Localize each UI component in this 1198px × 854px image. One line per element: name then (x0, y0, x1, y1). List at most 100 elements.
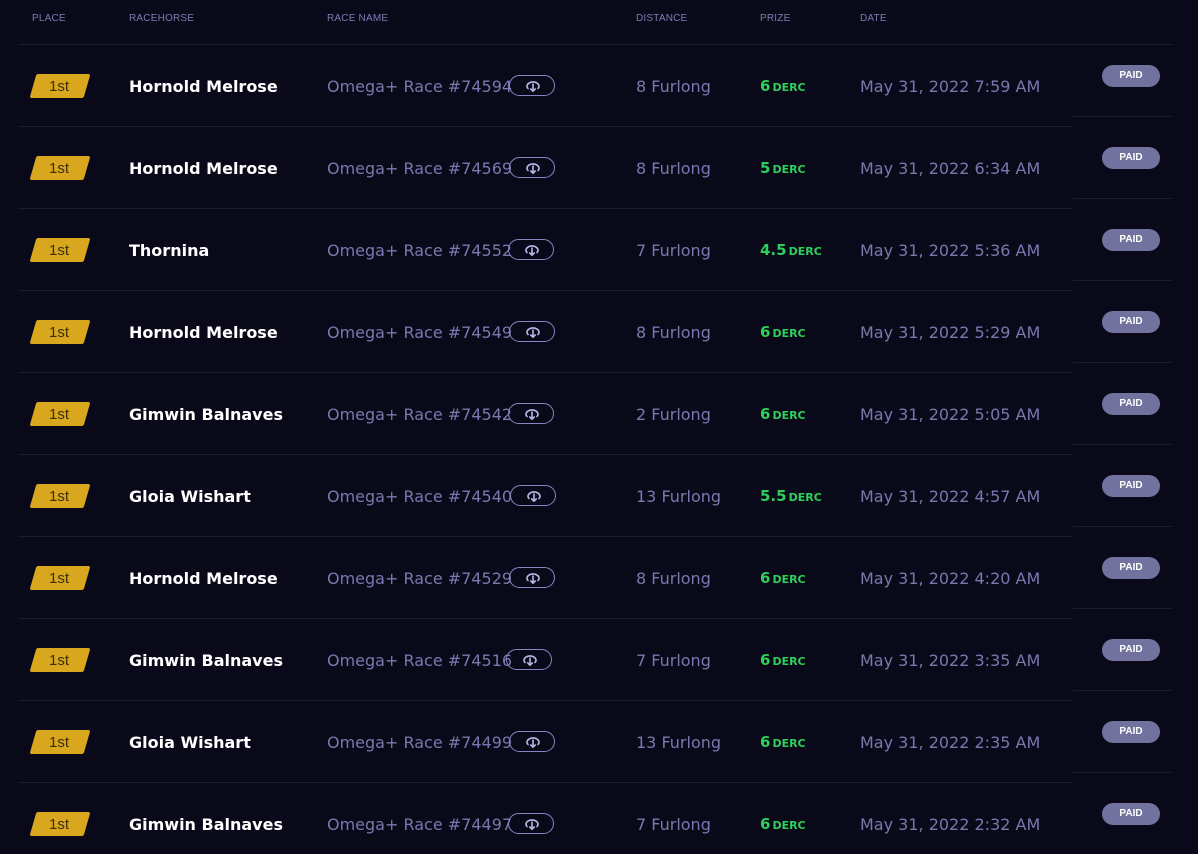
table-row[interactable]: 1st Hornold Melrose Omega+ Race #74529 8 Fu… (0, 537, 1198, 619)
race-date: May 31, 2022 5:36 AM (860, 241, 1041, 260)
row-divider-right (1073, 526, 1172, 527)
place-badge: 1st (29, 484, 91, 508)
table-row[interactable]: 1st Gimwin Balnaves Omega+ Race #74497 7 Fu… (0, 783, 1198, 854)
place-badge: 1st (29, 648, 91, 672)
prize-currency: DERC (772, 81, 806, 94)
column-header-date[interactable]: DATE (860, 13, 887, 24)
status-badge: PAID (1102, 393, 1160, 415)
table-row[interactable]: 1st Gimwin Balnaves Omega+ Race #74516 7 Fu… (0, 619, 1198, 701)
racehorse-name[interactable]: Gloia Wishart (129, 733, 251, 752)
race-date: May 31, 2022 4:57 AM (860, 487, 1041, 506)
racehorse-name[interactable]: Hornold Melrose (129, 323, 278, 342)
column-header-race-name[interactable]: RACE NAME (327, 13, 388, 24)
race-name[interactable]: Omega+ Race #74569 (327, 159, 512, 178)
racehorse-name[interactable]: Hornold Melrose (129, 159, 278, 178)
race-distance: 8 Furlong (636, 77, 711, 96)
racehorse-name[interactable]: Thornina (129, 241, 209, 260)
race-date: May 31, 2022 4:20 AM (860, 569, 1041, 588)
place-badge: 1st (29, 402, 91, 426)
race-distance: 13 Furlong (636, 487, 722, 506)
table-header: PLACE RACEHORSE RACE NAME DISTANCE PRIZE… (18, 0, 1172, 45)
racehorse-name[interactable]: Gloia Wishart (129, 487, 251, 506)
table-row[interactable]: 1st Hornold Melrose Omega+ Race #74594 8 Fu… (0, 45, 1198, 127)
racehorse-name[interactable]: Gimwin Balnaves (129, 815, 283, 834)
race-distance: 8 Furlong (636, 323, 711, 342)
prize-currency: DERC (772, 573, 806, 586)
prize-value: 6 (760, 405, 771, 423)
prize-currency: DERC (772, 163, 806, 176)
race-results-table: PLACE RACEHORSE RACE NAME DISTANCE PRIZE… (0, 0, 1198, 854)
row-divider-right (1073, 362, 1172, 363)
prize-amount: 6 DERC (760, 405, 806, 423)
replay-button[interactable] (509, 157, 555, 178)
racehorse-name[interactable]: Gimwin Balnaves (129, 651, 283, 670)
table-row[interactable]: 1st Gloia Wishart Omega+ Race #74499 13 Fur… (0, 701, 1198, 783)
table-row[interactable]: 1st Thornina Omega+ Race #74552 7 Furlong 4.… (0, 209, 1198, 291)
prize-value: 6 (760, 651, 771, 669)
column-header-distance[interactable]: DISTANCE (636, 13, 687, 24)
replay-button[interactable] (510, 485, 556, 506)
table-row[interactable]: 1st Gloia Wishart Omega+ Race #74540 13 Fur… (0, 455, 1198, 537)
prize-amount: 6 DERC (760, 569, 806, 587)
race-distance: 2 Furlong (636, 405, 711, 424)
place-text: 1st (49, 324, 70, 341)
prize-currency: DERC (772, 409, 806, 422)
prize-amount: 4.5 DERC (760, 241, 822, 259)
race-distance: 8 Furlong (636, 569, 711, 588)
replay-button[interactable] (509, 567, 555, 588)
column-header-prize[interactable]: PRIZE (760, 13, 790, 24)
race-name[interactable]: Omega+ Race #74540 (327, 487, 512, 506)
race-name[interactable]: Omega+ Race #74516 (327, 651, 512, 670)
race-distance: 13 Furlong (636, 733, 722, 752)
prize-amount: 5 DERC (760, 159, 806, 177)
place-text: 1st (49, 652, 70, 669)
replay-button[interactable] (508, 813, 554, 834)
race-name[interactable]: Omega+ Race #74497 (327, 815, 512, 834)
table-row[interactable]: 1st Hornold Melrose Omega+ Race #74569 8 Fu… (0, 127, 1198, 209)
race-distance: 8 Furlong (636, 159, 711, 178)
table-row[interactable]: 1st Gimwin Balnaves Omega+ Race #74542 2 Fu… (0, 373, 1198, 455)
place-badge: 1st (29, 156, 91, 180)
status-badge: PAID (1102, 639, 1160, 661)
place-text: 1st (49, 734, 70, 751)
prize-currency: DERC (788, 245, 822, 258)
replay-button[interactable] (509, 75, 555, 96)
replay-button[interactable] (509, 321, 555, 342)
row-divider-right (1073, 116, 1172, 117)
place-badge: 1st (29, 74, 91, 98)
prize-amount: 6 DERC (760, 323, 806, 341)
racehorse-name[interactable]: Hornold Melrose (129, 569, 278, 588)
column-header-racehorse[interactable]: RACEHORSE (129, 13, 194, 24)
replay-button[interactable] (506, 649, 552, 670)
replay-button[interactable] (508, 239, 554, 260)
status-badge: PAID (1102, 65, 1160, 87)
replay-button[interactable] (509, 731, 555, 752)
prize-value: 6 (760, 323, 771, 341)
place-badge: 1st (29, 566, 91, 590)
column-header-place[interactable]: PLACE (32, 13, 66, 24)
race-name[interactable]: Omega+ Race #74542 (327, 405, 512, 424)
racehorse-name[interactable]: Hornold Melrose (129, 77, 278, 96)
race-name[interactable]: Omega+ Race #74552 (327, 241, 512, 260)
race-date: May 31, 2022 7:59 AM (860, 77, 1041, 96)
racehorse-name[interactable]: Gimwin Balnaves (129, 405, 283, 424)
place-text: 1st (49, 570, 70, 587)
place-text: 1st (49, 160, 70, 177)
race-distance: 7 Furlong (636, 651, 711, 670)
prize-amount: 6 DERC (760, 77, 806, 95)
prize-currency: DERC (772, 655, 806, 668)
race-name[interactable]: Omega+ Race #74549 (327, 323, 512, 342)
prize-amount: 6 DERC (760, 733, 806, 751)
table-row[interactable]: 1st Hornold Melrose Omega+ Race #74549 8 Fu… (0, 291, 1198, 373)
race-name[interactable]: Omega+ Race #74529 (327, 569, 512, 588)
race-distance: 7 Furlong (636, 241, 711, 260)
place-badge: 1st (29, 730, 91, 754)
prize-amount: 6 DERC (760, 815, 806, 833)
prize-currency: DERC (772, 819, 806, 832)
race-date: May 31, 2022 5:29 AM (860, 323, 1041, 342)
race-name[interactable]: Omega+ Race #74499 (327, 733, 512, 752)
race-distance: 7 Furlong (636, 815, 711, 834)
replay-button[interactable] (508, 403, 554, 424)
prize-value: 4.5 (760, 241, 787, 259)
race-name[interactable]: Omega+ Race #74594 (327, 77, 512, 96)
